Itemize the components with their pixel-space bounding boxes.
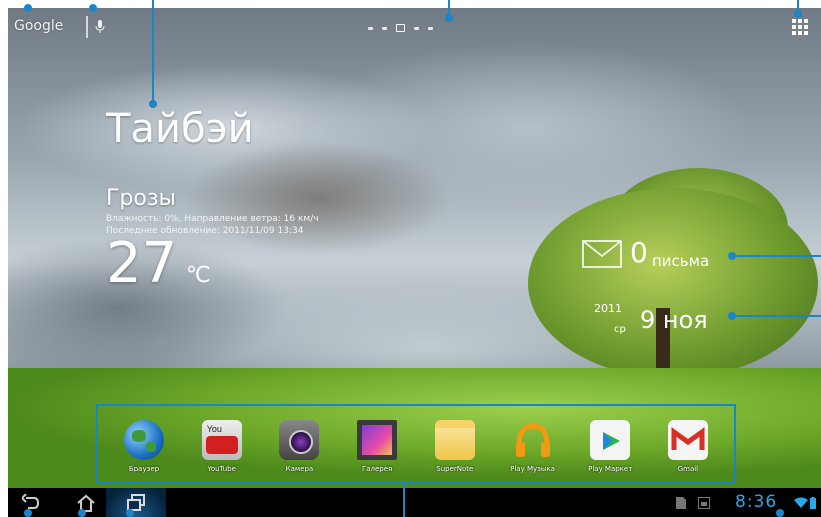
google-search-button[interactable]: Google <box>14 18 63 34</box>
page-dot <box>368 26 373 30</box>
weather-city: Тайбэй <box>106 106 254 152</box>
weather-detail: Влажность: 0%, Направление ветра: 16 км/… <box>106 214 319 224</box>
page-dot-current <box>396 24 405 32</box>
sd-card-icon <box>676 497 686 509</box>
callout-dot-home <box>78 509 86 517</box>
date-year: 2011 <box>594 302 622 315</box>
callout-dot-weather <box>149 100 157 108</box>
battery-icon <box>810 497 816 509</box>
mail-label: письма <box>652 252 710 270</box>
callout-dot-mail <box>728 252 736 260</box>
callout-dot-mic <box>89 4 97 12</box>
status-clock[interactable]: 8:36 <box>735 492 777 512</box>
wifi-icon <box>794 497 808 508</box>
date-day-month[interactable]: 9 ноя <box>640 306 708 334</box>
callout-dot-google <box>24 4 32 12</box>
weather-temperature: 27 <box>106 231 178 296</box>
callout-dot-back <box>24 509 32 517</box>
callout-box-dock <box>96 404 736 484</box>
screenshot-icon[interactable] <box>698 497 710 509</box>
date-weekday: ср <box>614 324 626 335</box>
weather-unit: ℃ <box>186 263 211 288</box>
mail-count[interactable]: 0 <box>630 236 648 269</box>
page-indicator[interactable] <box>368 23 433 33</box>
callout-dot-status <box>776 509 784 517</box>
mail-envelope-icon[interactable] <box>582 240 622 268</box>
voice-search-icon[interactable] <box>94 20 106 34</box>
weather-condition: Грозы <box>106 186 176 211</box>
callout-dot-pages <box>445 14 453 22</box>
callout-line-weather <box>152 0 154 104</box>
callout-dot-recents <box>126 509 134 517</box>
page-dot <box>428 26 433 30</box>
callout-dot-apps <box>794 10 802 18</box>
all-apps-grid-icon[interactable] <box>792 19 808 35</box>
top-bar: Google <box>8 8 821 44</box>
page-dot <box>414 26 419 30</box>
callout-line-dock <box>403 484 405 517</box>
callout-dot-date <box>728 312 736 320</box>
page-dot <box>382 26 387 30</box>
callout-line-date <box>734 315 821 317</box>
search-divider <box>86 16 88 38</box>
callout-line-mail <box>734 255 821 257</box>
wallpaper-tree <box>528 188 818 378</box>
